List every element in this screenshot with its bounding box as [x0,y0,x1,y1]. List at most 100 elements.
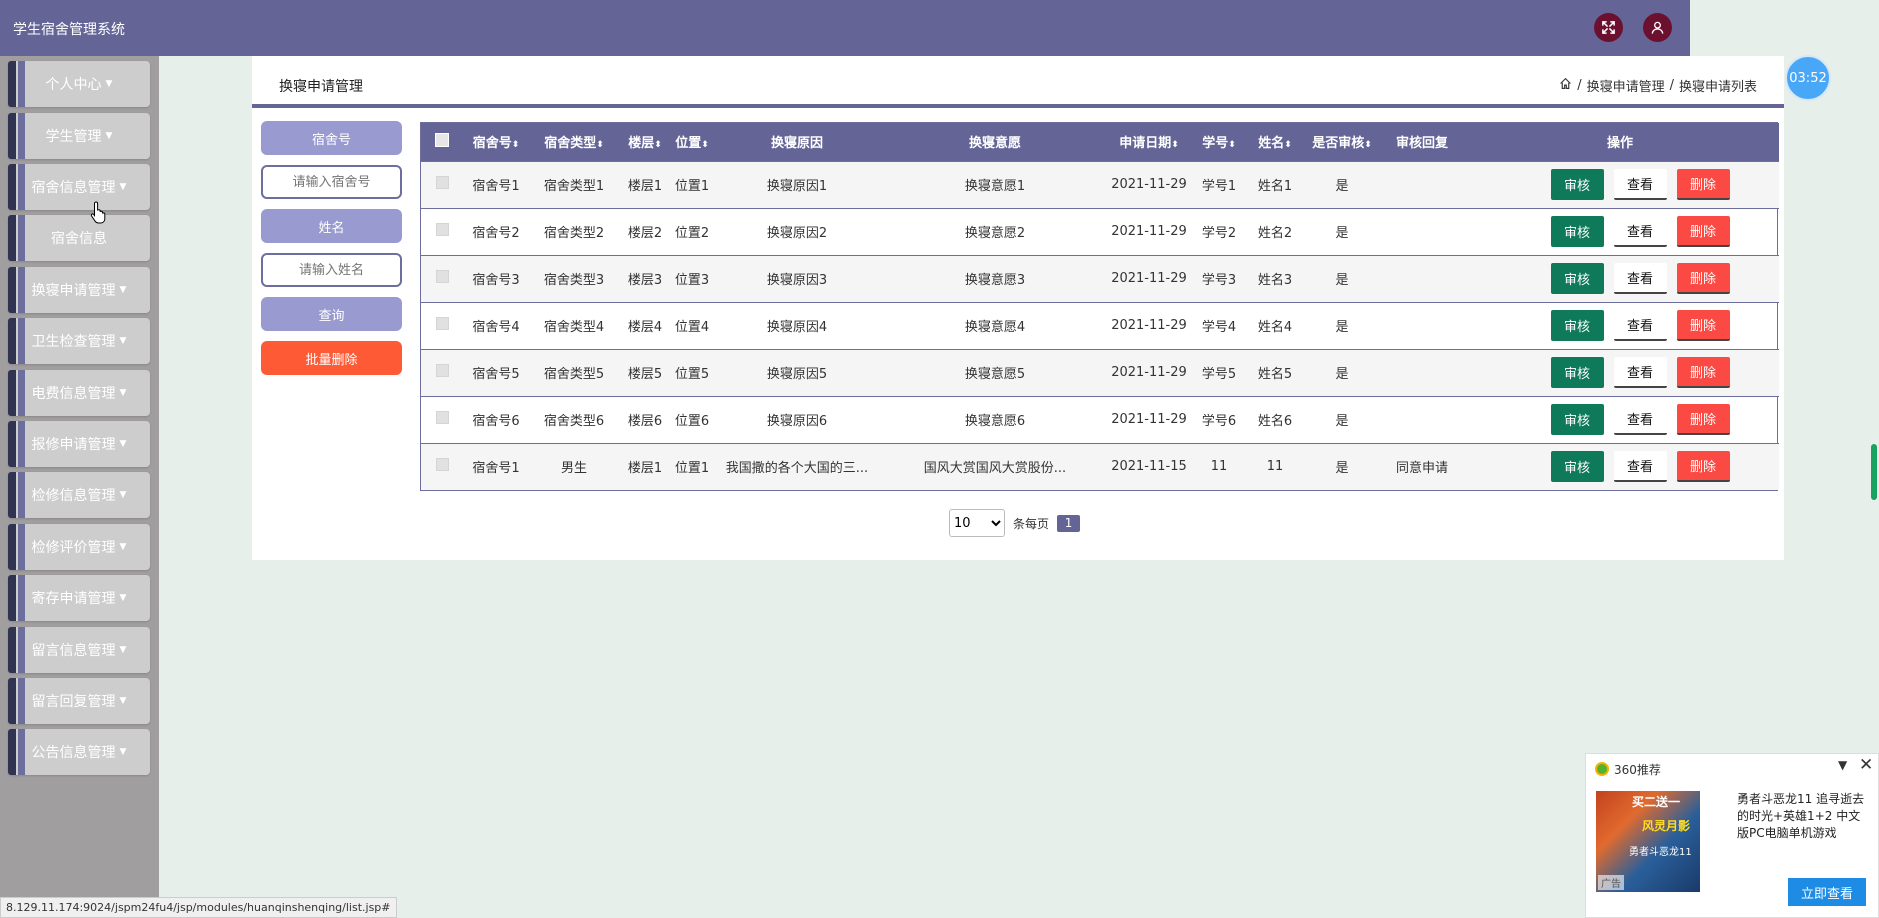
audit-button[interactable]: 审核 [1550,216,1604,247]
sidebar-item[interactable]: 检修评价管理 ▼ [8,524,150,570]
table-row: 宿舍号1 男生 楼层1 位置1 我国撒的各个大国的三... 国风大赏国风大赏股份... 20… [421,443,1779,490]
audit-button[interactable]: 审核 [1550,310,1604,341]
sidebar-item[interactable]: 公告信息管理 ▼ [8,729,150,775]
sidebar-item[interactable]: 报修申请管理 ▼ [8,421,150,467]
timer-badge[interactable]: 03:52 [1785,55,1831,101]
delete-button[interactable]: 删除 [1676,310,1730,341]
sidebar-item[interactable]: 换寝申请管理 ▼ [8,267,150,313]
close-icon[interactable]: ✕ [1859,755,1873,775]
batch-delete-button[interactable]: 批量删除 [261,341,402,375]
table-cell: 2021-11-29 [1111,177,1187,192]
user-icon[interactable] [1643,13,1672,42]
row-checkbox[interactable] [435,270,449,283]
delete-button[interactable]: 删除 [1676,451,1730,483]
sidebar-item[interactable]: 卫生检查管理 ▼ [8,318,150,364]
table-cell: 位置1 [674,461,710,477]
chevron-down-icon: ▼ [119,182,127,192]
table-cell: 宿舍类型4 [543,320,605,335]
table-cell: 宿舍类型1 [543,179,605,194]
delete-button[interactable]: 删除 [1676,404,1730,435]
sidebar-item[interactable]: 宿舍信息管理 ▼ [8,164,150,210]
select-all-checkbox[interactable] [435,132,449,147]
sidebar-item[interactable]: 个人中心 ▼ [8,61,150,107]
table-cell [1383,208,1461,255]
ad-image-text: 买二送一 [1632,795,1681,809]
sidebar-item[interactable]: 留言信息管理 ▼ [8,627,150,673]
audit-button[interactable]: 审核 [1550,169,1604,200]
column-header[interactable]: 宿舍号⬍ [463,123,529,161]
sort-icon[interactable]: ⬍ [596,140,604,150]
sort-icon[interactable]: ⬍ [1171,140,1179,150]
row-checkbox[interactable] [435,317,449,330]
audit-button[interactable]: 审核 [1550,357,1604,388]
row-checkbox[interactable] [435,223,449,236]
sidebar-item[interactable]: 宿舍信息 [8,215,150,261]
sort-icon[interactable]: ⬍ [1284,140,1292,150]
chevron-down-icon: ▼ [119,336,127,346]
sidebar-item[interactable]: 电费信息管理 ▼ [8,370,150,416]
table-cell: 男生 [560,461,587,477]
sort-icon[interactable]: ⬍ [701,140,709,150]
ad-image-text: 风灵月影 [1642,819,1691,833]
view-button[interactable]: 查看 [1613,357,1667,388]
audit-button[interactable]: 审核 [1550,404,1604,435]
view-button[interactable]: 查看 [1613,169,1667,200]
table-cell: 宿舍类型6 [543,414,605,429]
view-button[interactable]: 查看 [1613,216,1667,247]
sidebar-item-label: 学生管理 [45,129,102,145]
delete-button[interactable]: 删除 [1676,169,1730,200]
table-cell: 楼层1 [627,461,663,477]
column-header[interactable]: 位置⬍ [671,123,713,161]
column-header[interactable]: 学号⬍ [1189,123,1249,161]
breadcrumb-item[interactable]: 换寝申请管理 [1587,76,1665,95]
column-header[interactable]: 姓名⬍ [1249,123,1301,161]
current-page-button[interactable]: 1 [1057,514,1081,532]
ad-view-button[interactable]: 立即查看 [1788,878,1866,906]
sidebar-item[interactable]: 留言回复管理 ▼ [8,678,150,724]
delete-button[interactable]: 删除 [1676,357,1730,388]
column-header[interactable]: 楼层⬍ [619,123,671,161]
delete-button[interactable]: 删除 [1676,263,1730,294]
column-header: 换寝原因 [713,123,881,161]
column-header[interactable]: 是否审核⬍ [1301,123,1383,161]
view-button[interactable]: 查看 [1613,451,1667,483]
home-icon[interactable] [1559,77,1572,94]
sidebar-item[interactable]: 寄存申请管理 ▼ [8,575,150,621]
row-checkbox[interactable] [435,411,449,424]
row-checkbox[interactable] [435,364,449,377]
sidebar: 个人中心 ▼ 学生管理 ▼ 宿舍信息管理 ▼ 宿舍信息 换寝申请管理 ▼ 卫生检查管理 ▼ 电费信息管… [0,56,159,918]
view-button[interactable]: 查看 [1613,310,1667,341]
page-size-select[interactable]: 10 [949,509,1005,537]
column-header-label: 楼层 [628,136,655,152]
sidebar-item[interactable]: 检修信息管理 ▼ [8,472,150,518]
sort-icon[interactable]: ⬍ [1364,140,1372,150]
table-cell: 学号4 [1201,320,1237,335]
ad-popup: 360推荐 ▼ ✕ 买二送一 风灵月影 勇者斗恶龙11 广告 勇者斗恶龙11 追… [1585,753,1879,918]
sort-icon[interactable]: ⬍ [512,140,520,150]
dorm-number-input[interactable] [261,165,402,199]
sidebar-item[interactable]: 学生管理 ▼ [8,113,150,159]
column-header[interactable]: 宿舍类型⬍ [529,123,619,161]
query-button[interactable]: 查询 [261,297,402,331]
row-checkbox[interactable] [435,176,449,189]
column-header[interactable]: 申请日期⬍ [1109,123,1189,161]
row-checkbox[interactable] [435,458,449,472]
fullscreen-icon[interactable] [1594,13,1623,42]
audit-button[interactable]: 审核 [1550,451,1604,483]
audit-button[interactable]: 审核 [1550,263,1604,294]
view-button[interactable]: 查看 [1613,263,1667,294]
sort-icon[interactable]: ⬍ [654,140,662,150]
table-cell: 宿舍号5 [472,367,520,382]
collapse-icon[interactable]: ▼ [1838,758,1847,772]
ad-image[interactable]: 买二送一 风灵月影 勇者斗恶龙11 广告 [1596,791,1700,892]
scrollbar-thumb[interactable] [1871,444,1877,500]
ad-text[interactable]: 勇者斗恶龙11 追寻逝去的时光+英雄1+2 中文版PC电脑单机游戏 [1737,791,1872,842]
table-cell: 宿舍号4 [472,320,520,335]
view-button[interactable]: 查看 [1613,404,1667,435]
top-bar: 学生宿舍管理系统 [0,0,1690,56]
sort-icon[interactable]: ⬍ [1228,140,1236,150]
table-cell: 换寝意愿3 [964,273,1026,288]
table-cell: 2021-11-29 [1111,271,1187,286]
name-input[interactable] [261,253,402,287]
delete-button[interactable]: 删除 [1676,216,1730,247]
